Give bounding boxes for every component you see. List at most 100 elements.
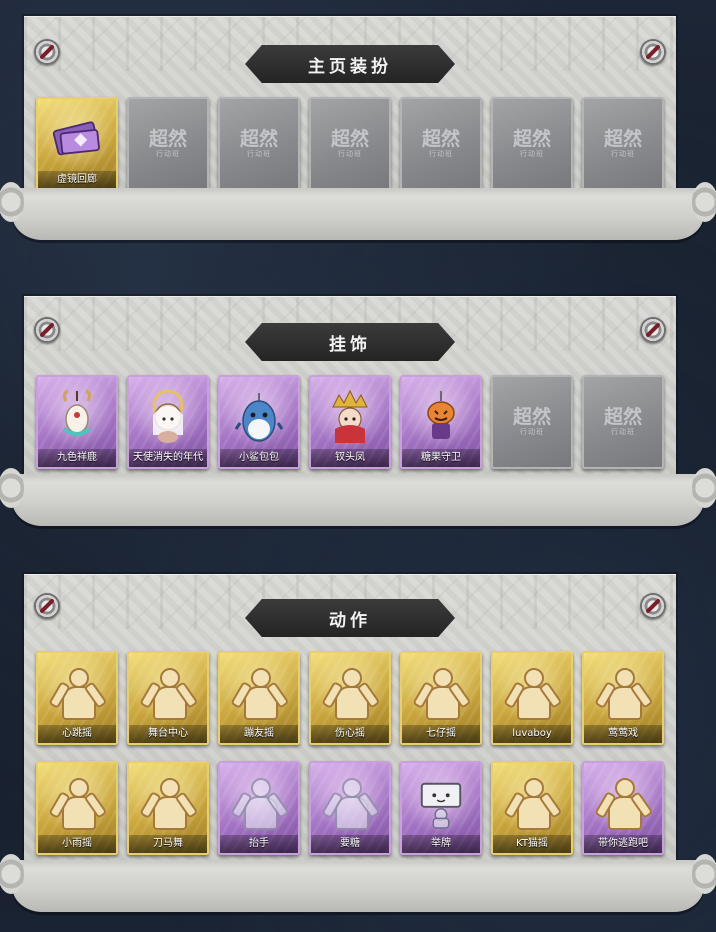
panel-home-decor: 主页装扮 虚镜回廊 超然 行动班 超然 行动班 超然 行动班 超然 行动班 超然 行动班 超然 行动班 (24, 16, 676, 217)
item-label: 小雨摇 (38, 835, 116, 853)
sign-figure-icon (416, 775, 466, 831)
section-title: 动作 (329, 610, 371, 631)
scroll-base (0, 182, 716, 240)
shark-charm-icon (234, 389, 284, 445)
item-label: 抬手 (220, 835, 298, 853)
empty-slot-logo-text: 超然 (148, 128, 187, 150)
figure-shape (139, 776, 199, 830)
empty-slot-logo: 超然 行动班 (513, 130, 551, 158)
empty-slot-logo: 超然 行动班 (604, 130, 642, 158)
empty-slot-logo-sub: 行动班 (428, 150, 453, 158)
empty-slot-logo-sub: 行动班 (519, 428, 544, 436)
empty-slot-logo-text: 超然 (603, 128, 642, 150)
empty-slot-logo: 超然 行动班 (331, 130, 369, 158)
item-slot[interactable]: 天使消失的年代 (127, 375, 209, 469)
item-slot[interactable]: 虚镜回廊 (36, 97, 118, 191)
empty-slot[interactable]: 超然 行动班 (582, 375, 664, 469)
compass-icon (640, 593, 666, 619)
compass-icon (34, 593, 60, 619)
empty-slot-logo-text: 超然 (239, 128, 278, 150)
item-slot[interactable]: 要糖 (309, 761, 391, 855)
dance-figure-icon (230, 665, 290, 721)
item-slot[interactable]: 带你逃跑吧 (582, 761, 664, 855)
empty-slot-logo: 超然 行动班 (604, 408, 642, 436)
item-slot[interactable]: 小鲨包包 (218, 375, 300, 469)
empty-slot[interactable]: 超然 行动班 (400, 97, 482, 191)
figure-head (615, 668, 635, 688)
empty-slot-logo-text: 超然 (421, 128, 460, 150)
item-slot[interactable]: 蹦友摇 (218, 651, 300, 745)
item-label: luvaboy (493, 725, 571, 743)
item-slot[interactable]: 七仔摇 (400, 651, 482, 745)
empty-slot[interactable]: 超然 行动班 (491, 97, 573, 191)
item-label: 举牌 (402, 835, 480, 853)
figure-head (524, 668, 544, 688)
item-slot[interactable]: 小雨摇 (36, 761, 118, 855)
pumpkin-charm-icon (416, 389, 466, 445)
panel-charms: 挂饰 九色祥鹿 天使消失的年代 小鲨包包 钗头凤 糖果守卫 超然 行动班 超然 行动班 (24, 296, 676, 497)
item-slot[interactable]: KT猫摇 (491, 761, 573, 855)
item-slot[interactable]: 莺莺戏 (582, 651, 664, 745)
empty-slot[interactable]: 超然 行动班 (491, 375, 573, 469)
figure-head (160, 778, 180, 798)
empty-slot[interactable]: 超然 行动班 (309, 97, 391, 191)
empty-slot[interactable]: 超然 行动班 (582, 97, 664, 191)
section-title-banner: 动作 (245, 599, 455, 637)
compass-icon (34, 39, 60, 65)
figure-shape (48, 666, 108, 720)
compass-icon (640, 317, 666, 343)
item-slot[interactable]: luvaboy (491, 651, 573, 745)
empty-slot-logo-sub: 行动班 (155, 150, 180, 158)
item-slot[interactable]: 九色祥鹿 (36, 375, 118, 469)
item-label: 伤心摇 (311, 725, 389, 743)
figure-shape (594, 776, 654, 830)
compass-icon (34, 317, 60, 343)
empty-slot-logo-sub: 行动班 (610, 150, 635, 158)
item-label: 虚镜回廊 (38, 171, 116, 189)
item-slot[interactable]: 伤心摇 (309, 651, 391, 745)
figure-head (433, 668, 453, 688)
dance-figure-icon (594, 775, 654, 831)
empty-slot[interactable]: 超然 行动班 (218, 97, 300, 191)
compass-icon (640, 39, 666, 65)
empty-slot-logo-sub: 行动班 (337, 150, 362, 158)
empty-slot-logo-sub: 行动班 (519, 150, 544, 158)
item-slot[interactable]: 钗头凤 (309, 375, 391, 469)
figure-shape (412, 666, 472, 720)
item-slot[interactable]: 抬手 (218, 761, 300, 855)
figure-shape (230, 666, 290, 720)
dance-figure-icon (503, 665, 563, 721)
empty-slot-logo-text: 超然 (330, 128, 369, 150)
dance-figure-icon (139, 665, 199, 721)
scroll-base (0, 854, 716, 912)
section-title-banner: 挂饰 (245, 323, 455, 361)
ghost-figure-icon (230, 775, 290, 831)
item-label: 钗头凤 (311, 449, 389, 467)
dance-figure-icon (139, 775, 199, 831)
empty-slot-logo-sub: 行动班 (246, 150, 271, 158)
item-label: 九色祥鹿 (38, 449, 116, 467)
item-label: 小鲨包包 (220, 449, 298, 467)
figure-head (69, 778, 89, 798)
dance-figure-icon (48, 665, 108, 721)
item-label: 七仔摇 (402, 725, 480, 743)
figure-head (524, 778, 544, 798)
empty-slot-logo-text: 超然 (512, 128, 551, 150)
figure-shape (48, 776, 108, 830)
item-slot[interactable]: 举牌 (400, 761, 482, 855)
figure-shape (321, 776, 381, 830)
section-title-banner: 主页装扮 (245, 45, 455, 83)
item-slot[interactable]: 心跳摇 (36, 651, 118, 745)
figure-head (160, 668, 180, 688)
empty-slot-logo-text: 超然 (603, 406, 642, 428)
figure-head (342, 668, 362, 688)
section-title: 主页装扮 (308, 56, 392, 77)
dance-figure-icon (503, 775, 563, 831)
phoenix-charm-icon (325, 389, 375, 445)
item-slot[interactable]: 刀马舞 (127, 761, 209, 855)
item-slot[interactable]: 舞台中心 (127, 651, 209, 745)
empty-slot[interactable]: 超然 行动班 (127, 97, 209, 191)
item-label: 天使消失的年代 (129, 449, 207, 467)
figure-head (342, 778, 362, 798)
item-slot[interactable]: 糖果守卫 (400, 375, 482, 469)
